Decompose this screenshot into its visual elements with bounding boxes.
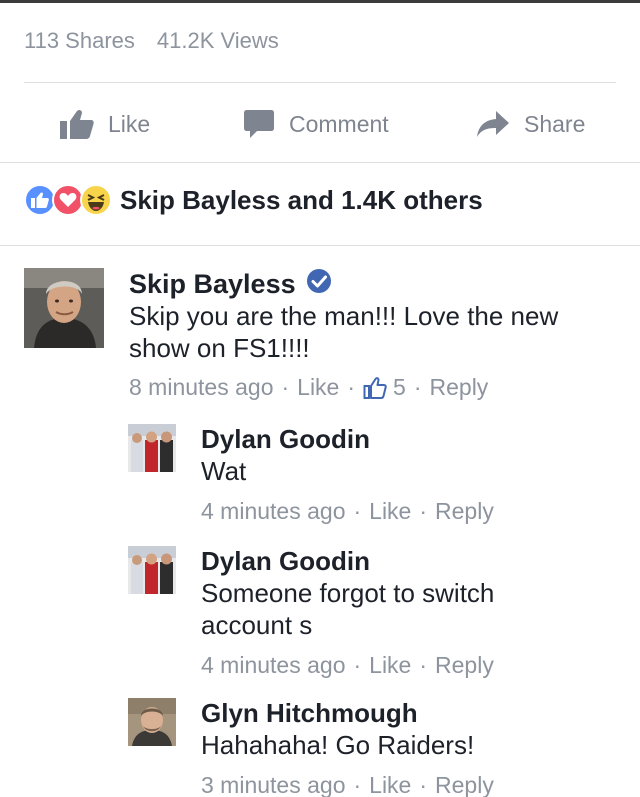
views-count: 41.2K Views [156, 28, 279, 53]
comment-reply-link[interactable]: Reply [435, 652, 494, 679]
avatar[interactable] [128, 424, 176, 472]
meta-separator: · [347, 374, 356, 400]
comment-like-link[interactable]: Like [297, 374, 339, 401]
top-edge-bar [0, 0, 640, 3]
share-arrow-icon [476, 110, 510, 138]
reply-item: Dylan Goodin Wat 4 minutes ago · Like · … [128, 424, 628, 534]
reactions-summary[interactable]: Skip Bayless and 1.4K others [24, 184, 483, 216]
comment-text: Someone forgot to switch account s [201, 578, 495, 640]
post-stats: 113 Shares 41.2K Views [24, 28, 279, 54]
thumbs-up-icon [60, 109, 94, 139]
post-action-bar: Like Comment Share [0, 94, 640, 154]
haha-reaction-icon [80, 184, 112, 216]
comment-timestamp[interactable]: 8 minutes ago [129, 374, 273, 401]
comment-author-name[interactable]: Glyn Hitchmough [201, 698, 418, 729]
verified-badge-icon [306, 268, 332, 301]
comment-author: Dylan Goodin [201, 546, 370, 577]
comment-author: Dylan Goodin [201, 424, 370, 455]
meta-separator: · [419, 652, 428, 678]
avatar[interactable] [24, 268, 104, 348]
comment-meta: 3 minutes ago · Like · Reply [201, 772, 494, 797]
like-label: Like [108, 110, 151, 137]
reply-item: Glyn Hitchmough Hahahaha! Go Raiders! 3 … [128, 698, 628, 797]
comment-meta: 4 minutes ago · Like · Reply [201, 498, 494, 525]
reactions-divider [0, 245, 640, 246]
comment-author: Skip Bayless [129, 268, 332, 301]
meta-separator: · [419, 498, 428, 524]
share-button[interactable]: Share [476, 94, 585, 154]
comment-timestamp[interactable]: 4 minutes ago [201, 652, 345, 679]
meta-separator: · [353, 772, 362, 797]
comment-item: Skip Bayless Skip you are the man!!! Lov… [24, 268, 624, 408]
comment-author-name[interactable]: Dylan Goodin [201, 546, 370, 577]
comment-reply-link[interactable]: Reply [430, 374, 489, 401]
comment-like-link[interactable]: Like [369, 772, 411, 797]
share-label: Share [524, 110, 586, 137]
comment-text: Wat [201, 456, 247, 486]
meta-separator: · [413, 374, 422, 400]
meta-separator: · [281, 374, 290, 400]
reactions-summary-text[interactable]: Skip Bayless and 1.4K others [120, 185, 483, 216]
comment-like-link[interactable]: Like [369, 652, 411, 679]
avatar[interactable] [128, 546, 176, 594]
comment-like-link[interactable]: Like [369, 498, 411, 525]
meta-separator: · [353, 652, 362, 678]
thumbs-up-outline-icon [363, 376, 387, 400]
comment-meta: 8 minutes ago · Like · 5 · Reply [129, 374, 488, 401]
stats-divider [24, 82, 616, 83]
comment-author-name[interactable]: Dylan Goodin [201, 424, 370, 455]
comment-text: Hahahaha! Go Raiders! [201, 730, 475, 760]
shares-count[interactable]: 113 Shares [24, 28, 135, 54]
comment-author-name[interactable]: Skip Bayless [129, 269, 296, 300]
reply-item: Dylan Goodin Someone forgot to switch ac… [128, 546, 628, 686]
meta-separator: · [419, 772, 428, 797]
comment-button[interactable]: Comment [243, 94, 389, 154]
comment-meta: 4 minutes ago · Like · Reply [201, 652, 494, 679]
comment-bubble-icon [243, 108, 275, 140]
comment-reply-link[interactable]: Reply [435, 498, 494, 525]
comment-timestamp[interactable]: 4 minutes ago [201, 498, 345, 525]
comment-text: Skip you are the man!!! Love the new sho… [129, 301, 559, 363]
comment-label: Comment [289, 110, 389, 137]
like-button[interactable]: Like [60, 94, 150, 154]
comment-reply-link[interactable]: Reply [435, 772, 494, 797]
comment-author: Glyn Hitchmough [201, 698, 418, 729]
avatar[interactable] [128, 698, 176, 746]
meta-separator: · [353, 498, 362, 524]
comment-timestamp[interactable]: 3 minutes ago [201, 772, 345, 797]
actions-divider [0, 162, 640, 163]
comment-like-count[interactable]: 5 [393, 374, 406, 401]
